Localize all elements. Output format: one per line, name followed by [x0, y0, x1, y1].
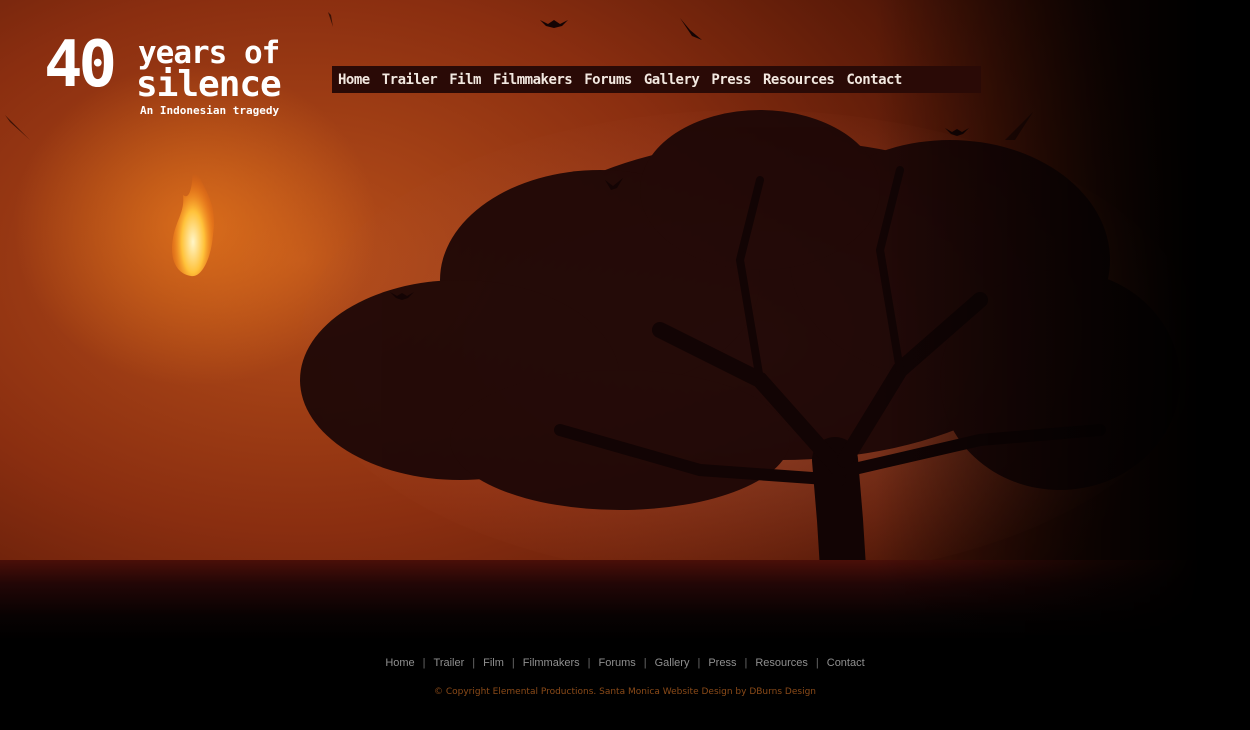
topnav-home[interactable]: Home	[332, 72, 376, 88]
flame-icon	[171, 162, 214, 277]
topnav-contact[interactable]: Contact	[840, 72, 908, 88]
logo-tagline: An Indonesian tragedy	[140, 104, 280, 117]
footer-link-film[interactable]: Film	[483, 657, 504, 669]
footer-separator: |	[744, 657, 748, 669]
site-logo[interactable]: 40 years of silence An Indonesian traged…	[44, 30, 304, 124]
footer-link-home[interactable]: Home	[385, 657, 414, 669]
horizon-ground	[0, 560, 1250, 640]
footer-separator: |	[472, 657, 476, 669]
topnav-resources[interactable]: Resources	[757, 72, 840, 88]
footer-link-forums[interactable]: Forums	[598, 657, 635, 669]
top-navigation: Home Trailer Film Filmmakers Forums Gall…	[332, 66, 981, 93]
footer-separator: |	[422, 657, 426, 669]
footer-link-gallery[interactable]: Gallery	[655, 657, 690, 669]
topnav-forums[interactable]: Forums	[578, 72, 638, 88]
footer-navigation: Home | Trailer | Film | Filmmakers | Forums | Gall…	[0, 657, 1250, 669]
topnav-gallery[interactable]: Gallery	[638, 72, 706, 88]
footer-link-contact[interactable]: Contact	[827, 657, 865, 669]
footer-separator: |	[697, 657, 701, 669]
topnav-filmmakers[interactable]: Filmmakers	[487, 72, 578, 88]
footer-link-press[interactable]: Press	[708, 657, 736, 669]
logo-line-2: silence	[136, 64, 282, 105]
footer-separator: |	[587, 657, 591, 669]
footer-link-trailer[interactable]: Trailer	[434, 657, 465, 669]
topnav-trailer[interactable]: Trailer	[376, 72, 444, 88]
footer-separator: |	[815, 657, 819, 669]
footer-separator: |	[643, 657, 647, 669]
footer-link-resources[interactable]: Resources	[755, 657, 808, 669]
topnav-press[interactable]: Press	[705, 72, 757, 88]
footer-link-filmmakers[interactable]: Filmmakers	[523, 657, 580, 669]
footer-separator: |	[511, 657, 515, 669]
copyright-notice[interactable]: © Copyright Elemental Productions. Santa…	[0, 687, 1250, 697]
logo-number: 40	[44, 28, 117, 102]
topnav-film[interactable]: Film	[443, 72, 487, 88]
